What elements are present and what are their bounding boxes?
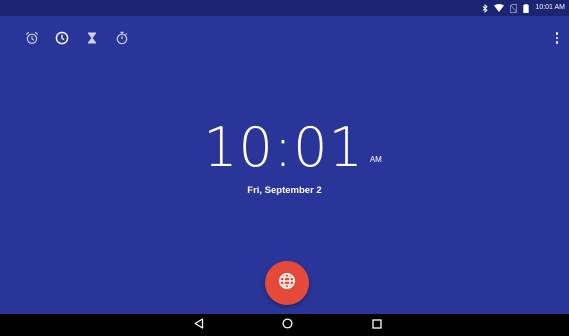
overflow-dot: [555, 32, 559, 35]
tab-timer[interactable]: [82, 28, 102, 48]
overflow-dot: [555, 36, 559, 40]
home-icon: [281, 316, 293, 334]
recents-icon: [372, 316, 382, 334]
back-button[interactable]: [191, 317, 207, 333]
clock-icon: [55, 31, 69, 45]
tab-clock[interactable]: [52, 28, 72, 48]
tab-stopwatch[interactable]: [112, 28, 132, 48]
overflow-menu-button[interactable]: [549, 29, 565, 47]
status-bar: 10:01 AM: [0, 0, 569, 16]
back-icon: [194, 316, 204, 334]
clock-date: Fri, September 2: [247, 185, 322, 196]
digital-clock: 10:01 AM: [0, 118, 569, 178]
cities-fab-button[interactable]: [265, 261, 309, 305]
globe-icon: [278, 272, 296, 295]
status-icons: 10:01 AM: [482, 2, 565, 14]
status-time: 10:01 AM: [535, 4, 565, 11]
clock-time: 10:01: [203, 116, 364, 179]
recents-button[interactable]: [369, 317, 385, 333]
clock-ampm: AM: [369, 155, 382, 164]
hourglass-icon: [85, 31, 99, 45]
bluetooth-icon: [482, 3, 489, 13]
clock-tabs: [22, 28, 132, 48]
battery-icon: [523, 3, 530, 13]
navigation-bar: [0, 314, 569, 336]
wifi-icon: [494, 4, 505, 12]
overflow-dot: [555, 41, 559, 44]
no-sim-icon: [510, 3, 518, 13]
alarm-clock-icon: [25, 31, 39, 45]
stopwatch-icon: [115, 31, 129, 45]
home-button[interactable]: [279, 317, 295, 333]
tab-alarm[interactable]: [22, 28, 42, 48]
